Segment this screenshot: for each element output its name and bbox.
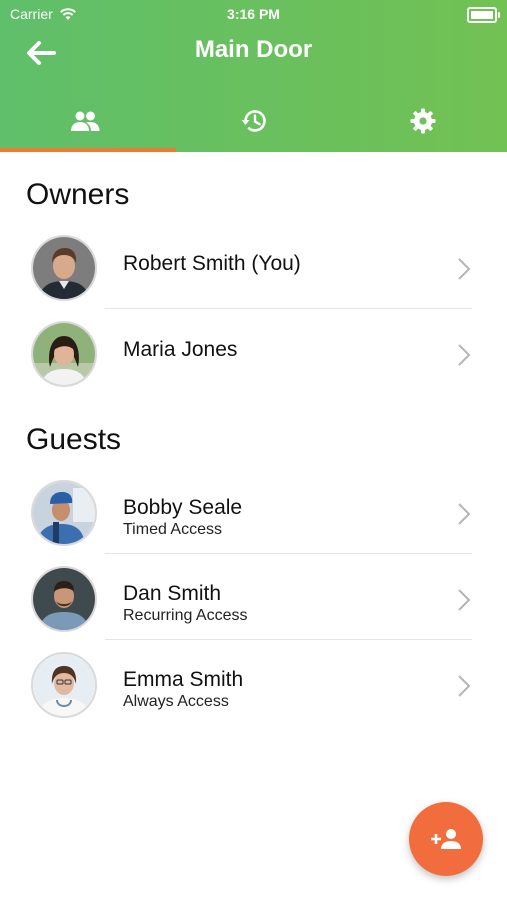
chevron-right-icon <box>458 344 471 366</box>
guest-name: Bobby Seale <box>123 496 243 519</box>
owner-name: Robert Smith (You) <box>123 252 301 275</box>
avatar <box>31 652 97 718</box>
access-type: Timed Access <box>123 521 222 538</box>
chevron-right-icon <box>458 675 471 697</box>
people-icon <box>70 111 99 131</box>
battery-icon <box>467 7 500 23</box>
tab-settings[interactable] <box>338 90 507 152</box>
divider <box>105 553 472 554</box>
chevron-right-icon <box>458 503 471 525</box>
divider <box>105 639 472 640</box>
add-guest-button[interactable] <box>409 802 483 876</box>
avatar <box>31 321 97 387</box>
chevron-right-icon <box>458 258 471 280</box>
list-item-guest[interactable]: Dan Smith Recurring Access <box>0 555 507 641</box>
status-bar: Carrier 3:16 PM <box>0 4 507 26</box>
clock: 3:16 PM <box>227 6 280 22</box>
avatar <box>31 235 97 301</box>
guest-name: Emma Smith <box>123 668 244 691</box>
tab-history[interactable] <box>169 90 338 152</box>
list-item-guest[interactable]: Emma Smith Always Access <box>0 641 507 727</box>
access-type: Always Access <box>123 693 229 710</box>
tab-bar <box>0 90 507 152</box>
access-type: Recurring Access <box>123 607 248 624</box>
list-item-guest[interactable]: Bobby Seale Timed Access <box>0 469 507 555</box>
divider <box>105 308 472 309</box>
owner-name: Maria Jones <box>123 338 238 361</box>
section-title-owners: Owners <box>26 178 130 211</box>
tab-people[interactable] <box>0 90 169 152</box>
avatar <box>31 566 97 632</box>
active-tab-indicator <box>0 148 176 152</box>
app-header: Carrier 3:16 PM Main Door <box>0 0 507 152</box>
avatar <box>31 480 97 546</box>
chevron-right-icon <box>458 589 471 611</box>
list-item-owner[interactable]: Robert Smith (You) <box>0 224 507 310</box>
guest-name: Dan Smith <box>123 582 222 605</box>
history-icon <box>241 110 266 132</box>
gear-icon <box>410 108 435 134</box>
page-title: Main Door <box>194 36 313 63</box>
add-person-icon <box>431 829 461 849</box>
list-item-owner[interactable]: Maria Jones <box>0 310 507 396</box>
section-title-guests: Guests <box>26 423 122 456</box>
